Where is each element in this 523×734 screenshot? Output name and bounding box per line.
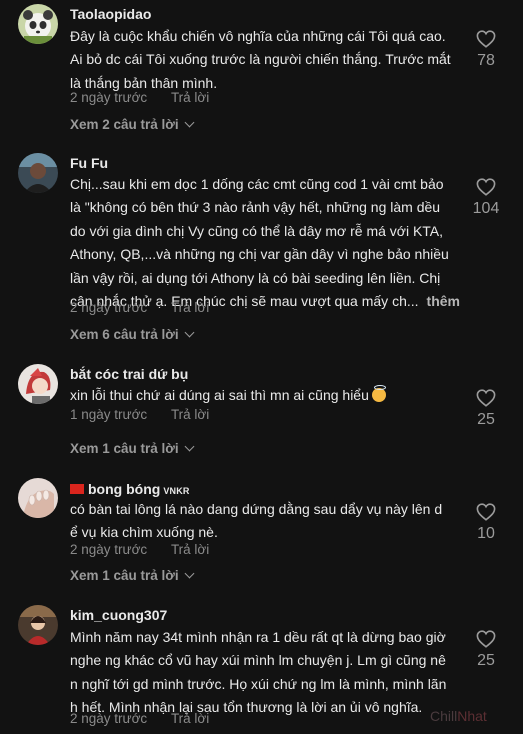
vietnam-flag-icon (70, 484, 84, 494)
heart-icon (476, 389, 496, 407)
like-count: 25 (477, 652, 495, 669)
comment-username[interactable]: kim_cuong307 (70, 607, 167, 623)
comment-text-line-content: xin lỗi thui chứ ai dúng ai sai thì mn a… (70, 387, 369, 403)
avatar[interactable] (18, 153, 58, 193)
username-text: bong bóng (88, 481, 161, 497)
comment-meta: 2 ngày trước Trả lời (70, 542, 209, 557)
comment-username[interactable]: Fu Fu (70, 155, 108, 171)
view-replies-button[interactable]: Xem 2 câu trả lời (70, 117, 195, 132)
comment-timestamp: 2 ngày trước (70, 711, 148, 726)
watermark-part1: Chill (430, 708, 458, 724)
comment-timestamp: 1 ngày trước (70, 407, 148, 422)
comment-text-line: Ai bỏ dc cái Tôi xuống trước là người ch… (70, 51, 451, 68)
comment-text-line: Chị...sau khi em dọc 1 dống các cmt cũng… (70, 176, 444, 192)
like-button[interactable]: 104 (466, 178, 506, 218)
comment-text-line: Athony, QB,...và những ng chị var gần dâ… (70, 246, 449, 263)
comment-text: có bàn tai lông lá nào dang dứng dằng sa… (70, 498, 460, 545)
view-replies-button[interactable]: Xem 1 câu trả lời (70, 441, 195, 456)
like-button[interactable]: 25 (466, 630, 506, 670)
person-avatar-icon (18, 605, 58, 645)
user-badge: VNKR (163, 486, 190, 496)
comment-text-line: lần vậy rồi, ai dụng tới Athony là có bà… (70, 269, 441, 286)
heart-icon (476, 30, 496, 48)
heart-icon (476, 630, 496, 648)
comment-text: xin lỗi thui chứ ai dúng ai sai thì mn a… (70, 384, 460, 407)
innocent-emoji-icon (371, 385, 386, 402)
view-replies-label: Xem 1 câu trả lời (70, 568, 179, 583)
comment-text: Mình năm nay 34t mình nhận ra 1 dều rất … (70, 626, 460, 720)
comment-text-line: do với gia dình chị Vy cũng có thể là dâ… (70, 222, 444, 239)
heart-icon (476, 178, 496, 196)
comment-text-line: là "không có bên thứ 3 nào rảnh vậy hết,… (70, 199, 441, 216)
comment-timestamp: 2 ngày trước (70, 542, 148, 557)
reply-button[interactable]: Trả lời (171, 90, 209, 105)
avatar[interactable] (18, 605, 58, 645)
comment-text: Chị...sau khi em dọc 1 dống các cmt cũng… (70, 173, 460, 313)
reply-button[interactable]: Trả lời (171, 407, 209, 422)
comment-username[interactable]: bắt cóc trai dứ bụ (70, 366, 188, 382)
comment-text-line: Đây là cuộc khẩu chiến vô nghĩa của nhữn… (70, 28, 446, 44)
watermark: ChillNhat (430, 708, 487, 724)
reply-button[interactable]: Trả lời (171, 542, 209, 557)
view-replies-label: Xem 1 câu trả lời (70, 441, 179, 456)
avatar[interactable] (18, 364, 58, 404)
chevron-down-icon (184, 568, 195, 579)
panda-avatar-icon (18, 4, 58, 44)
like-button[interactable]: 78 (466, 30, 506, 70)
comment-timestamp: 2 ngày trước (70, 300, 148, 315)
reply-button[interactable]: Trả lời (171, 711, 209, 726)
like-count: 10 (477, 525, 495, 542)
avatar[interactable] (18, 478, 58, 518)
person-avatar-icon (18, 153, 58, 193)
chevron-down-icon (184, 117, 195, 128)
chevron-down-icon (184, 441, 195, 452)
nails-avatar-icon (18, 478, 58, 518)
anime-avatar-icon (18, 364, 58, 404)
comment-meta: 2 ngày trước Trả lời (70, 90, 209, 105)
comment-text-line: n nghĩ tới gd mình trước. Họ xúi chứ ng … (70, 675, 447, 692)
view-replies-label: Xem 2 câu trả lời (70, 117, 179, 132)
comment-meta: 2 ngày trước Trả lời (70, 711, 209, 726)
view-replies-button[interactable]: Xem 6 câu trả lời (70, 327, 195, 342)
view-replies-button[interactable]: Xem 1 câu trả lời (70, 568, 195, 583)
see-more-button[interactable]: thêm (427, 293, 460, 309)
comment-text-line: có bàn tai lông lá nào dang dứng dằng sa… (70, 501, 443, 517)
comment-meta: 1 ngày trước Trả lời (70, 407, 209, 422)
comment-username[interactable]: bong bóng VNKR (70, 481, 190, 497)
comment-timestamp: 2 ngày trước (70, 90, 148, 105)
like-count: 25 (477, 411, 495, 428)
comment-username[interactable]: Taolaopidao (70, 6, 151, 22)
heart-icon (476, 503, 496, 521)
like-button[interactable]: 10 (466, 503, 506, 543)
comment-text-line: nghe ng khác cổ vũ hay xúi mình lm chuyệ… (70, 652, 446, 669)
like-count: 104 (472, 200, 500, 217)
comment-text: Đây là cuộc khẩu chiến vô nghĩa của nhữn… (70, 25, 460, 95)
comment-text-line: xin lỗi thui chứ ai dúng ai sai thì mn a… (70, 384, 460, 407)
comment-meta: 2 ngày trước Trả lời (70, 300, 209, 315)
chevron-down-icon (184, 327, 195, 338)
like-button[interactable]: 25 (466, 389, 506, 429)
view-replies-label: Xem 6 câu trả lời (70, 327, 179, 342)
avatar[interactable] (18, 4, 58, 44)
reply-button[interactable]: Trả lời (171, 300, 209, 315)
comment-text-line: Mình năm nay 34t mình nhận ra 1 dều rất … (70, 629, 446, 645)
watermark-part2: Nhat (457, 708, 487, 724)
like-count: 78 (477, 52, 495, 69)
